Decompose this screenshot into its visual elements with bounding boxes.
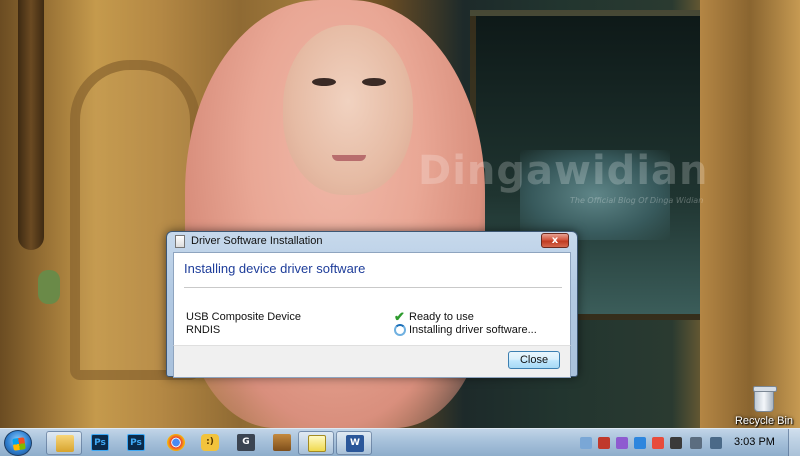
- desktop-icon-recycle-bin[interactable]: Recycle Bin: [732, 386, 796, 428]
- wallpaper-face: [283, 25, 413, 195]
- photoshop-icon: Ps: [127, 434, 145, 451]
- dialog-separator: [184, 287, 562, 288]
- recycle-bin-icon: [753, 386, 777, 412]
- wallpaper-door-handle: [18, 0, 44, 250]
- messenger-icon: :): [201, 434, 219, 451]
- check-icon: ✔: [394, 309, 405, 324]
- taskbar-button-box-app[interactable]: [264, 431, 300, 455]
- close-button[interactable]: Close: [508, 351, 560, 369]
- box-app-icon: [273, 434, 291, 451]
- taskbar-button-photoshop[interactable]: Ps: [82, 431, 118, 455]
- tray-app-icon[interactable]: [670, 437, 682, 449]
- desktop-icon-label: Recycle Bin: [734, 415, 794, 427]
- wallpaper-eye: [312, 78, 336, 86]
- device-name: USB Composite Device: [186, 311, 301, 323]
- taskbar-button-notepad[interactable]: [298, 431, 334, 455]
- word-icon: W: [346, 435, 364, 452]
- device-status: Installing driver software...: [394, 324, 537, 336]
- taskbar-button-word[interactable]: W: [336, 431, 372, 455]
- spinner-icon: [394, 324, 406, 336]
- tray-app-icon[interactable]: [652, 437, 664, 449]
- tray-app-icon[interactable]: [616, 437, 628, 449]
- taskbar-button-photoshop[interactable]: Ps: [118, 431, 154, 455]
- g-app-icon: G: [237, 434, 255, 451]
- dialog-title: Driver Software Installation: [191, 235, 323, 247]
- windows-start-icon: [12, 437, 26, 451]
- taskbar: Ps Ps :) G W 3:03 PM: [0, 428, 800, 456]
- taskbar-button-g-app[interactable]: G: [228, 431, 264, 455]
- dialog-close-x-button[interactable]: x: [541, 233, 569, 248]
- device-name: RNDIS: [186, 324, 221, 336]
- device-row: USB Composite Device ✔ Ready to use: [186, 309, 562, 324]
- device-row: RNDIS Installing driver software...: [186, 324, 562, 337]
- driver-install-dialog: Driver Software Installation x Installin…: [166, 231, 578, 378]
- watermark-text: Dingawidian: [418, 148, 709, 194]
- taskbar-button-explorer[interactable]: [46, 431, 82, 455]
- driver-document-icon: [175, 235, 185, 248]
- wallpaper-window-frame: [700, 0, 800, 428]
- watermark-subtext: The Official Blog Of Dinga Widian: [570, 196, 704, 205]
- dialog-body: Installing device driver software USB Co…: [173, 252, 571, 345]
- folder-icon: [56, 435, 74, 452]
- tray-acrobat-icon[interactable]: [598, 437, 610, 449]
- wallpaper-door-knob: [38, 270, 60, 304]
- wallpaper-mouth: [332, 155, 366, 161]
- device-status-text: Ready to use: [409, 311, 474, 323]
- dialog-titlebar[interactable]: Driver Software Installation x: [173, 232, 571, 252]
- device-status-text: Installing driver software...: [409, 324, 537, 336]
- taskbar-clock[interactable]: 3:03 PM: [734, 436, 775, 448]
- taskbar-button-chrome[interactable]: [158, 431, 194, 455]
- wallpaper-eye: [362, 78, 386, 86]
- start-button[interactable]: [4, 430, 32, 456]
- tray-network-icon[interactable]: [580, 437, 592, 449]
- tray-signal-icon[interactable]: [710, 437, 722, 449]
- show-desktop-button[interactable]: [788, 429, 800, 456]
- dialog-heading: Installing device driver software: [184, 261, 366, 276]
- tray-app-icon[interactable]: [634, 437, 646, 449]
- notepad-icon: [308, 435, 326, 452]
- taskbar-button-messenger[interactable]: :): [192, 431, 228, 455]
- device-status: ✔ Ready to use: [394, 309, 474, 324]
- photoshop-icon: Ps: [91, 434, 109, 451]
- volume-icon[interactable]: [690, 437, 702, 449]
- dialog-footer: Close: [173, 345, 571, 378]
- chrome-icon: [167, 434, 185, 451]
